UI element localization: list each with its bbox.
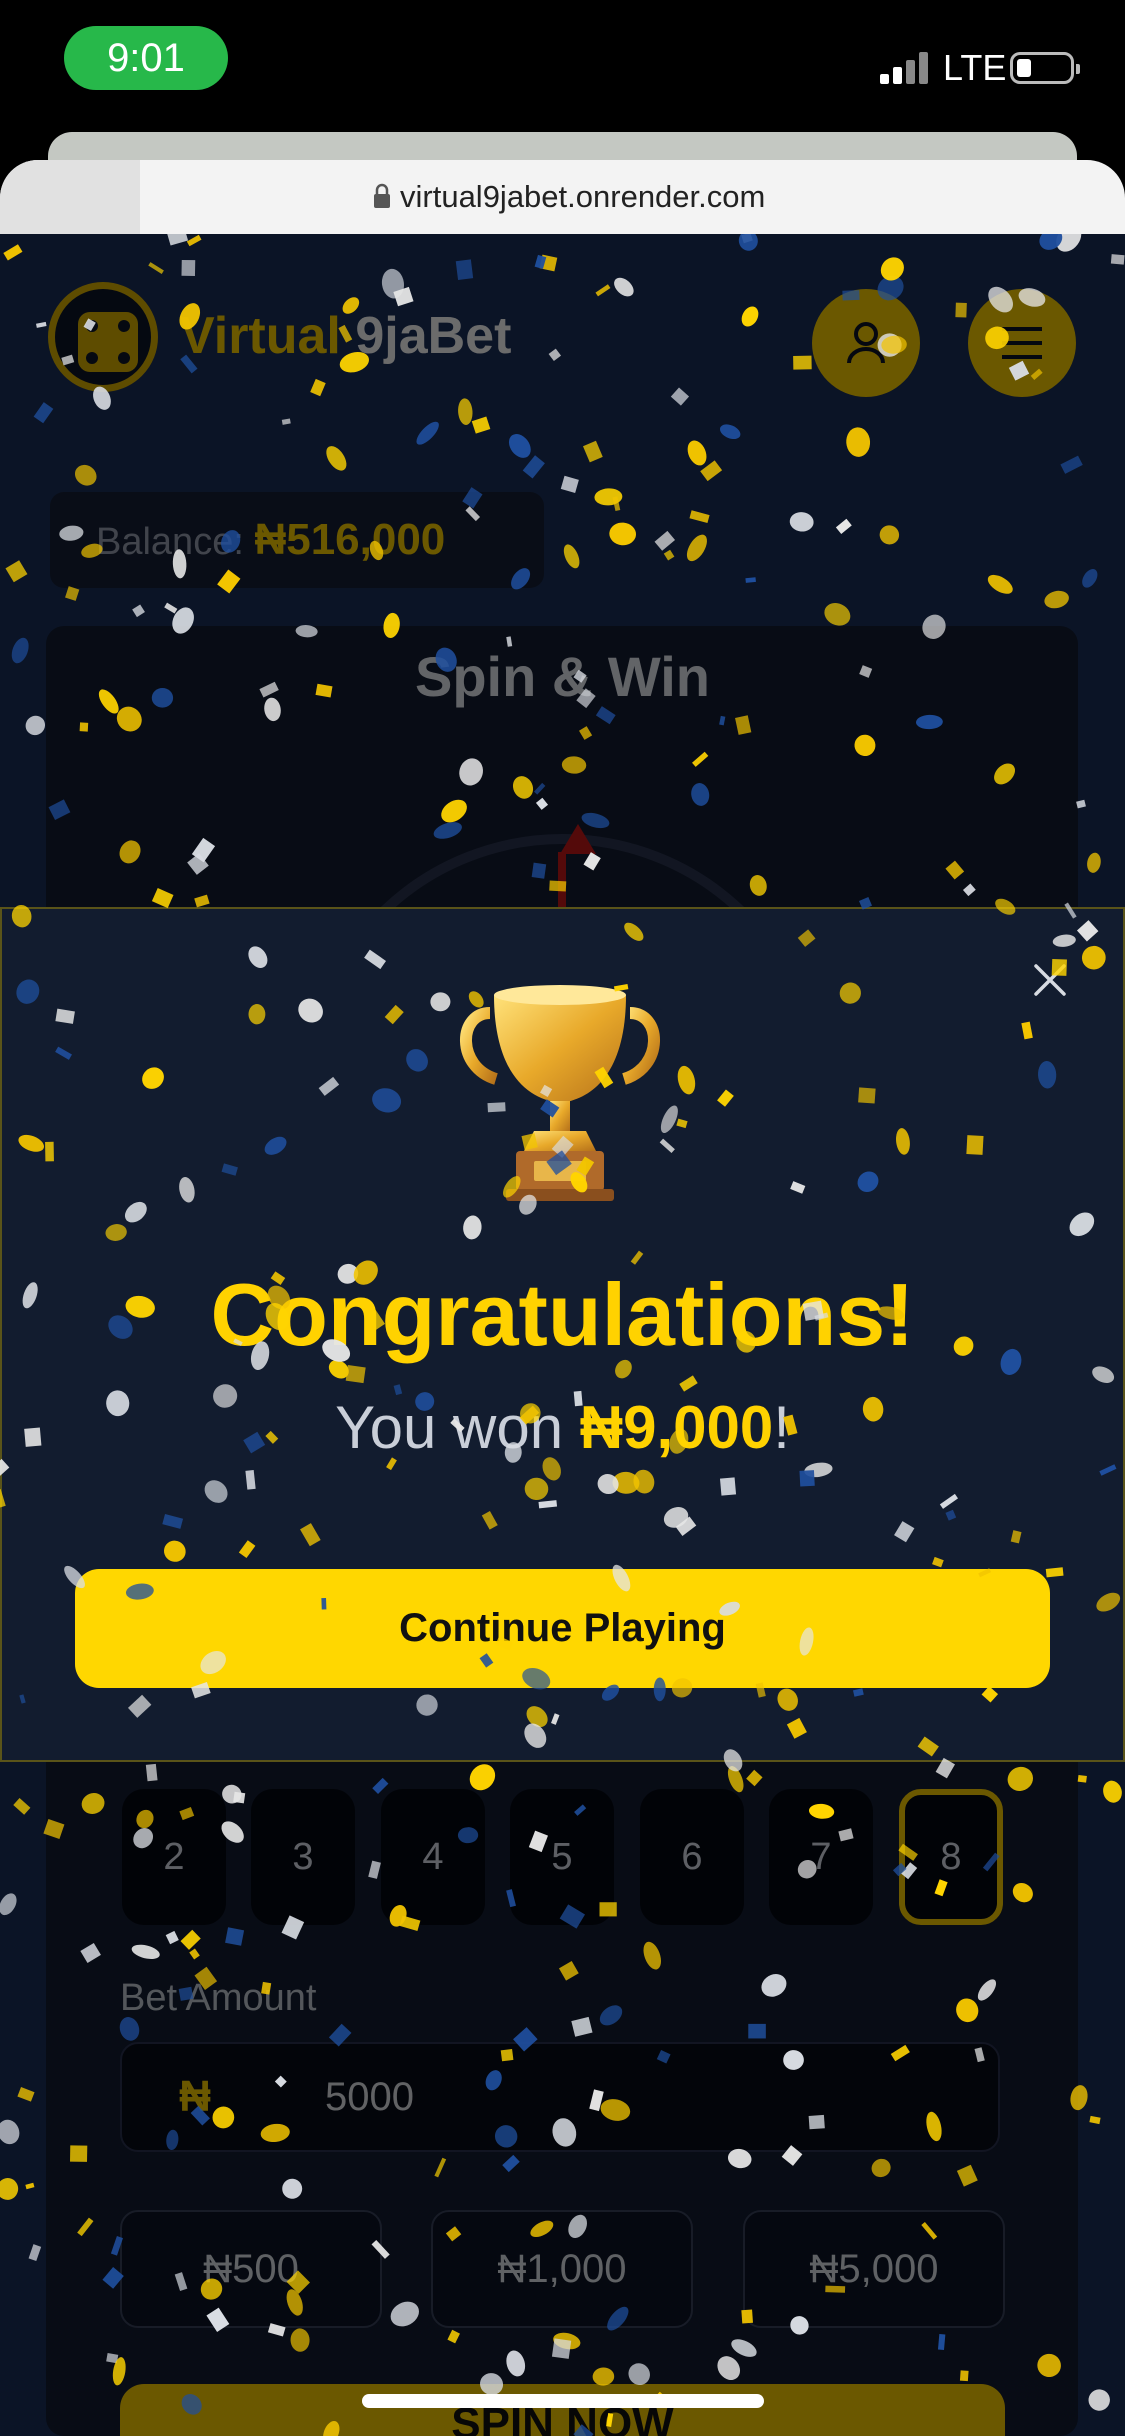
number-button[interactable]: 4 [381,1789,485,1925]
url-bar-left-segment [0,160,140,234]
win-amount: ₦9,000 [579,1394,774,1461]
spin-button[interactable]: SPIN NOW [120,2384,1005,2436]
balance-text: Balance: ₦516,000 [96,516,445,566]
network-label: LTE [943,47,1007,88]
number-button[interactable]: 6 [640,1789,744,1925]
win-message: You won ₦9,000! [0,1390,1125,1466]
status-time: 9:01 [64,26,228,90]
bet-amount-label: Bet Amount [120,1977,317,2019]
quick-amount-button[interactable]: ₦1,000 [431,2210,693,2328]
menu-button[interactable] [968,289,1076,397]
signal-icon [880,52,934,84]
site-header [0,234,1125,454]
user-icon [847,322,885,364]
bet-amount-value[interactable]: 5000 [325,2042,414,2152]
continue-playing-button[interactable]: Continue Playing [75,1569,1050,1688]
quick-amount-button[interactable]: ₦500 [120,2210,382,2328]
number-button[interactable]: 7 [769,1789,873,1925]
congrats-heading: Congratulations! [210,1265,915,1364]
dice-icon [78,312,138,372]
brand-part1: Virtual [180,307,341,365]
number-button-selected[interactable]: 8 [899,1789,1003,1925]
lock-icon [374,183,390,208]
trophy-icon [460,985,660,1201]
menu-icon [1002,327,1042,359]
game-title: Spin & Win [414,645,710,708]
number-button[interactable]: 3 [251,1789,355,1925]
wheel-pointer-stem [558,852,566,912]
win-prefix: You won [335,1394,580,1461]
quick-amount-button[interactable]: ₦5,000 [743,2210,1005,2328]
battery-icon [1010,52,1080,84]
win-suffix: ! [773,1394,790,1461]
balance-label: Balance: [96,521,244,563]
home-indicator[interactable] [362,2394,764,2408]
number-button[interactable]: 2 [122,1789,226,1925]
close-icon[interactable] [1032,962,1068,998]
number-button[interactable]: 5 [510,1789,614,1925]
balance-value: ₦516,000 [254,515,446,564]
profile-button[interactable] [812,289,920,397]
wheel-pointer [560,824,596,854]
url-text[interactable]: virtual9jabet.onrender.com [400,176,765,218]
currency-prefix: ₦ [179,2072,211,2121]
brand-name: Virtual 9jaBet [180,304,511,368]
brand-part2: 9jaBet [355,307,512,365]
